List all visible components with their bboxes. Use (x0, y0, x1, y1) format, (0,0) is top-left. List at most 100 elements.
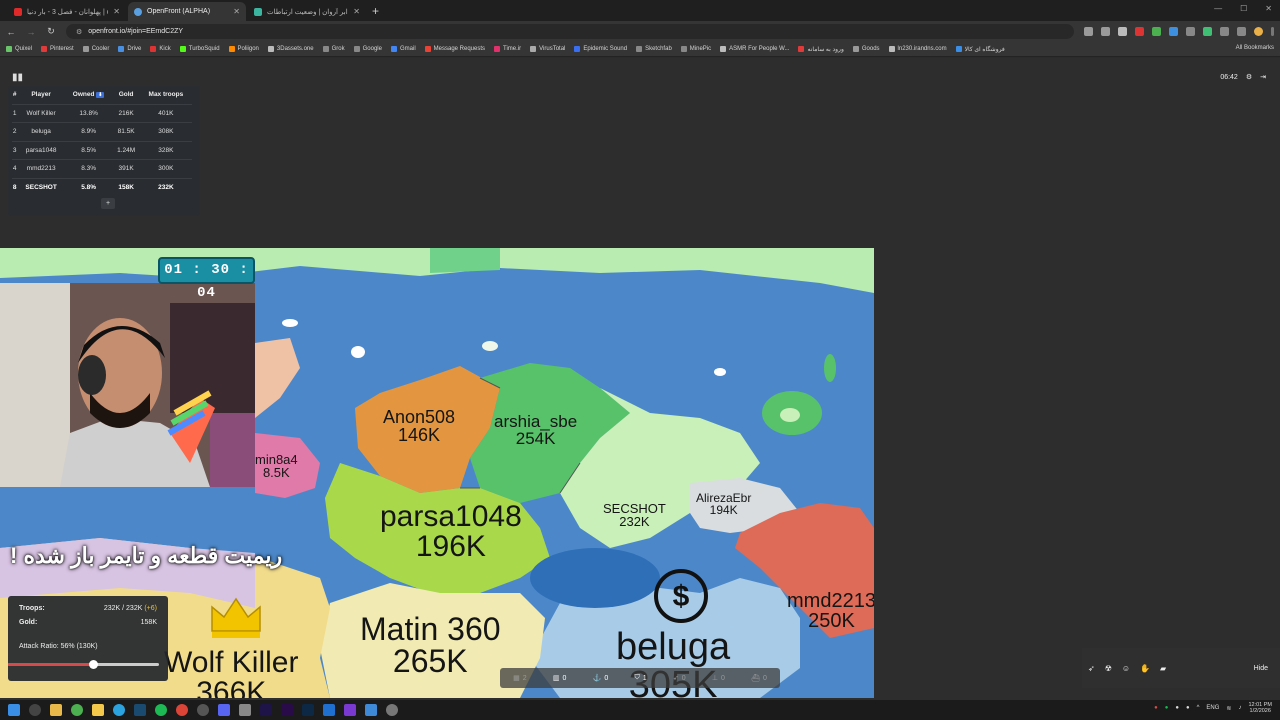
rider-icon[interactable] (344, 704, 356, 716)
close-icon[interactable]: ✕ (233, 7, 240, 16)
close-icon[interactable]: ✕ (113, 7, 120, 16)
forward-icon[interactable]: → (26, 27, 36, 37)
photoshop-icon[interactable] (302, 704, 314, 716)
new-tab-button[interactable]: + (372, 4, 379, 18)
build-missile[interactable]: ➶ 0 (673, 674, 686, 683)
bookmark-item[interactable]: VirusTotal (530, 46, 565, 52)
steam-icon[interactable] (134, 704, 146, 716)
leaderboard-row[interactable]: 4 mmd2213 8.3% 391K 300K (12, 159, 192, 178)
close-icon[interactable]: ✕ (353, 7, 360, 16)
bookmark-item[interactable]: Message Requests (424, 46, 485, 52)
sort-icon[interactable]: ⬇ (96, 92, 105, 99)
bookmark-item[interactable]: TurboSquid (179, 46, 220, 52)
all-bookmarks-button[interactable]: All Bookmarks (1236, 45, 1274, 51)
handshake-icon[interactable]: ✋ (1140, 664, 1150, 673)
extension-blue-icon[interactable] (1169, 27, 1178, 36)
chat-icon[interactable]: ▰ (1160, 664, 1166, 673)
minimize-icon[interactable]: — (1214, 4, 1222, 13)
col-player[interactable]: Player (17, 86, 64, 104)
extension-green-icon[interactable] (1203, 27, 1212, 36)
bookmark-item[interactable]: Time.ir (494, 46, 521, 52)
bookmark-item[interactable]: Cooler (82, 46, 109, 52)
tray-app-icon[interactable]: ● (1154, 705, 1158, 711)
missile-tool-icon[interactable]: ➶ (1088, 664, 1095, 673)
build-defense[interactable]: ⛉ 1 (634, 674, 646, 682)
wifi-icon[interactable]: ≋ (1226, 705, 1231, 712)
site-info-icon[interactable]: ⚙ (76, 28, 82, 36)
premiere-icon[interactable] (281, 704, 293, 716)
build-warship[interactable]: ⛴ 0 (751, 674, 767, 683)
leaderboard-row[interactable]: 1 Wolf Killer 13.8% 216K 401K (12, 103, 192, 123)
col-max-troops[interactable]: Max troops (140, 86, 192, 104)
attack-ratio-slider[interactable] (8, 660, 159, 669)
bookmark-item[interactable]: Epidemic Sound (574, 46, 627, 52)
star-icon[interactable] (1118, 27, 1127, 36)
windows-start-icon[interactable] (8, 704, 20, 716)
bookmark-item[interactable]: MinePic (680, 46, 711, 52)
nuke-icon[interactable]: ☢ (1105, 664, 1112, 673)
blender-icon[interactable] (323, 704, 335, 716)
reload-icon[interactable]: ↻ (46, 26, 56, 37)
bookmark-item[interactable]: Google (353, 46, 382, 52)
bookmark-item[interactable]: ln230.irandns.com (888, 46, 947, 52)
folder-icon[interactable] (92, 704, 104, 716)
col-owned[interactable]: Owned ⬇ (65, 86, 113, 104)
bookmark-item[interactable]: فروشگاه ای کالا (955, 46, 1005, 53)
tray-spotify-icon[interactable]: ● (1165, 705, 1169, 711)
bookmark-item[interactable]: Drive (118, 46, 141, 52)
col-gold[interactable]: Gold (113, 86, 140, 104)
translate-icon[interactable] (1237, 27, 1246, 36)
hide-button[interactable]: Hide (1254, 665, 1268, 672)
bookmark-item[interactable]: Pinterest (41, 46, 74, 52)
extension-red-icon[interactable] (1135, 27, 1144, 36)
chrome-active-icon[interactable] (176, 704, 188, 716)
emoji-icon[interactable]: ☺ (1122, 664, 1130, 673)
leaderboard-row[interactable]: 2 beluga 8.9% 81.5K 308K (12, 122, 192, 141)
bookmark-item[interactable]: Quixel (6, 46, 32, 52)
settings-app-icon[interactable] (386, 704, 398, 716)
build-city[interactable]: ▦ 2 (513, 674, 527, 683)
spotify-icon[interactable] (155, 704, 167, 716)
profile-avatar-icon[interactable] (1254, 27, 1263, 36)
leaderboard-icon[interactable]: ▮▮ (12, 72, 23, 83)
bookmark-item[interactable]: ASMR For People W... (720, 46, 789, 52)
after-effects-icon[interactable] (260, 704, 272, 716)
build-port[interactable]: ⚓ 0 (593, 674, 609, 683)
bookmark-item[interactable]: Gmail (390, 46, 416, 52)
settings-icon[interactable]: ⚙ (1246, 73, 1252, 81)
bookmark-item[interactable]: Grok (322, 46, 345, 52)
app2-icon[interactable] (365, 704, 377, 716)
menu-icon[interactable] (1271, 27, 1274, 36)
attack-ratio-thumb[interactable] (88, 660, 98, 669)
tray-steam-icon[interactable]: ● (1186, 705, 1190, 711)
language-indicator[interactable]: ENG (1206, 705, 1219, 711)
bookmark-item[interactable]: Poliigon (228, 46, 259, 52)
url-field[interactable]: ⚙ openfront.io/#join=EEmdC2ZY (66, 24, 1074, 39)
leaderboard-expand-button[interactable]: + (101, 198, 115, 209)
obs-icon[interactable] (197, 704, 209, 716)
tray-icon[interactable]: ● (1175, 705, 1179, 711)
app-icon[interactable] (239, 704, 251, 716)
eye-off-icon[interactable] (1101, 27, 1110, 36)
bookmark-item[interactable]: Kick (150, 46, 171, 52)
browser-tab-3[interactable]: رادار ابر آروان | وضعیت ارتباطات ✕ (248, 2, 366, 21)
bookmark-item[interactable]: 3Dassets.one (267, 46, 314, 52)
build-factory[interactable]: ▥ 0 (553, 674, 567, 683)
leaderboard-row[interactable]: 3 parsa1048 8.5% 1.24M 328K (12, 140, 192, 160)
browser-tab-1[interactable]: پهلوانان - فصل 3 - بار دنیا | obe ✕ (8, 2, 126, 21)
leaderboard-row[interactable]: 8 SECSHOT 5.8% 158K 232K (12, 177, 192, 197)
discord-icon[interactable] (218, 704, 230, 716)
browser-tab-2[interactable]: OpenFront (ALPHA) ✕ (128, 2, 246, 21)
maximize-icon[interactable]: ☐ (1240, 4, 1247, 13)
extensions-icon[interactable] (1220, 27, 1229, 36)
tray-chevron-icon[interactable]: ^ (1197, 705, 1200, 711)
back-icon[interactable]: ← (6, 27, 16, 37)
file-explorer-icon[interactable] (50, 704, 62, 716)
search-icon[interactable] (29, 704, 41, 716)
volume-icon[interactable]: ♪ (1238, 705, 1241, 711)
install-icon[interactable] (1084, 27, 1093, 36)
taskbar-clock[interactable]: 12:01 PM 1/2/2026 (1248, 702, 1272, 714)
build-sam[interactable]: ⊥ 0 (712, 674, 725, 683)
close-window-icon[interactable]: ✕ (1265, 4, 1272, 13)
bookmark-item[interactable]: Goods (852, 46, 880, 52)
